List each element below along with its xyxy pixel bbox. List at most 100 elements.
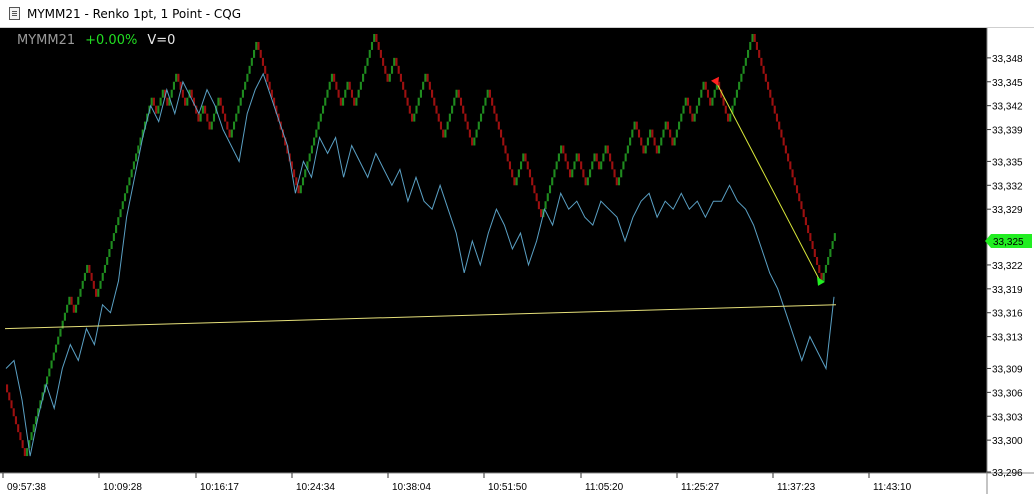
renko-brick-up: [359, 81, 362, 90]
renko-brick-down: [769, 89, 772, 98]
renko-brick-up: [622, 161, 625, 170]
renko-brick-down: [17, 424, 20, 433]
renko-brick-down: [23, 448, 26, 457]
renko-brick-down: [208, 121, 211, 130]
renko-brick-up: [602, 153, 605, 162]
renko-brick-down: [181, 89, 184, 98]
renko-brick-up: [829, 249, 832, 257]
renko-brick-down: [764, 73, 767, 82]
symbol-label: MYMM21: [17, 33, 76, 48]
x-tick-label: 10:38:04: [392, 482, 431, 493]
renko-brick-down: [70, 296, 73, 305]
renko-brick-up: [522, 153, 525, 162]
renko-brick-up: [230, 129, 233, 138]
trend-line: [4, 304, 837, 330]
renko-brick-up: [304, 169, 307, 178]
renko-brick-up: [210, 121, 213, 130]
renko-brick-down: [758, 49, 761, 58]
renko-brick-up: [735, 89, 738, 98]
renko-brick-down: [782, 137, 785, 146]
renko-brick-down: [459, 97, 463, 106]
renko-brick-up: [99, 280, 102, 289]
renko-brick-up: [475, 129, 478, 138]
renko-brick-down: [513, 177, 516, 186]
renko-brick-down: [818, 264, 821, 273]
renko-brick-down: [767, 81, 770, 90]
renko-brick-down: [152, 97, 155, 106]
y-tick-label: 33,339: [992, 126, 1023, 137]
renko-brick-down: [577, 153, 580, 162]
y-tick-label: 33,335: [992, 157, 1023, 168]
renko-brick-up: [560, 145, 563, 154]
y-tick-label: 33,348: [992, 54, 1023, 65]
renko-brick-up: [617, 177, 621, 186]
renko-brick-up: [315, 129, 318, 138]
renko-brick-up: [729, 113, 732, 122]
renko-brick-up: [250, 57, 253, 66]
chart-header: MYMM21 +0.00% V=0: [17, 33, 175, 48]
renko-brick-down: [804, 217, 807, 226]
renko-chart[interactable]: 33,348 33,345 33,342 33,339 33,335 33,332 33,3…: [0, 28, 1034, 494]
renko-brick-down: [491, 97, 494, 106]
y-tick-label: 33,309: [992, 364, 1023, 375]
renko-brick-down: [706, 89, 710, 98]
renko-brick-up: [551, 177, 554, 186]
renko-brick-down: [780, 129, 783, 138]
renko-brick-up: [239, 97, 242, 106]
renko-brick-down: [807, 225, 810, 234]
renko-brick-up: [827, 256, 830, 265]
renko-brick-down: [155, 105, 158, 114]
renko-brick-up: [317, 121, 320, 130]
renko-brick-up: [86, 264, 89, 273]
renko-brick-down: [568, 169, 572, 178]
renko-brick-down: [333, 73, 336, 82]
chart-area[interactable]: 33,348 33,345 33,342 33,339 33,335 33,332 33,3…: [0, 28, 1034, 494]
renko-brick-up: [255, 41, 258, 50]
renko-brick-up: [212, 113, 216, 122]
x-tick-label: 11:43:10: [873, 482, 912, 493]
renko-brick-up: [123, 193, 127, 202]
renko-brick-down: [815, 256, 819, 265]
renko-brick-up: [698, 97, 701, 106]
renko-brick-up: [328, 81, 331, 90]
renko-brick-up: [308, 153, 311, 162]
renko-brick-down: [611, 161, 614, 170]
renko-brick-up: [557, 153, 560, 162]
renko-brick-up: [751, 33, 754, 42]
renko-brick-down: [524, 153, 527, 162]
renko-brick-up: [132, 161, 135, 170]
renko-brick-down: [431, 89, 434, 98]
renko-brick-down: [437, 113, 440, 122]
renko-brick-up: [680, 113, 683, 122]
renko-brick-up: [137, 145, 140, 154]
renko-brick-down: [395, 57, 398, 66]
renko-brick-up: [644, 145, 647, 154]
renko-brick-up: [553, 169, 556, 178]
renko-brick-up: [63, 312, 66, 321]
renko-brick-up: [575, 153, 578, 162]
renko-brick-up: [68, 296, 71, 305]
renko-brick-down: [526, 161, 529, 170]
renko-brick-up: [473, 137, 476, 146]
renko-brick-up: [130, 169, 133, 178]
renko-brick-down: [90, 272, 93, 281]
renko-brick-down: [428, 81, 431, 90]
y-tick-label: 33,313: [992, 333, 1023, 344]
renko-brick-up: [738, 81, 741, 90]
renko-brick-down: [493, 105, 496, 114]
renko-brick-up: [46, 376, 49, 385]
renko-brick-down: [760, 57, 763, 66]
renko-brick-down: [595, 153, 598, 162]
renko-brick-down: [789, 161, 792, 170]
renko-brick-down: [609, 153, 612, 162]
renko-brick-down: [348, 81, 351, 90]
renko-brick-up: [711, 97, 714, 106]
renko-brick-down: [297, 185, 300, 194]
renko-brick-up: [59, 328, 62, 337]
renko-brick-down: [508, 161, 512, 170]
renko-brick-up: [742, 65, 745, 74]
renko-brick-up: [319, 113, 322, 122]
renko-brick-down: [597, 161, 601, 170]
renko-brick-up: [448, 113, 451, 122]
x-tick-label: 10:51:50: [488, 482, 527, 493]
